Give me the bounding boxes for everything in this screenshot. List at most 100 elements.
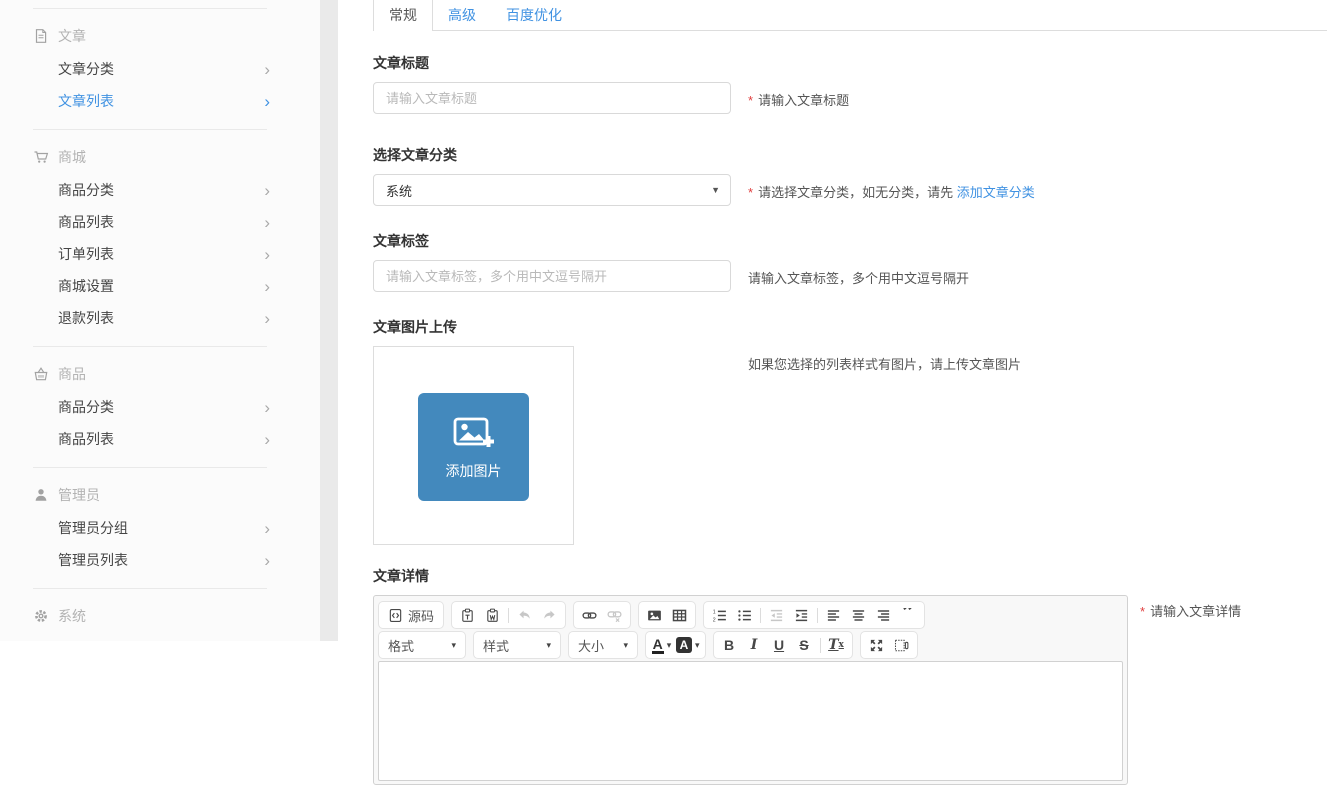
indent-button[interactable] (789, 603, 814, 627)
image-upload-dropzone[interactable]: 添加图片 (373, 346, 574, 545)
paste-text-button[interactable] (455, 603, 480, 627)
size-dropdown[interactable]: 大小 ▾ (568, 631, 638, 659)
sidebar-item-goods-list[interactable]: 商品列表 › (0, 423, 320, 455)
bullet-list-button[interactable] (732, 603, 757, 627)
sidebar-item-label: 退款列表 (58, 308, 114, 328)
image-icon (647, 608, 662, 623)
italic-button[interactable]: I (742, 633, 767, 657)
sidebar-section-title: 管理员 (58, 485, 100, 505)
unlink-button[interactable] (602, 603, 627, 627)
sidebar-item-order-list[interactable]: 订单列表 › (0, 238, 320, 270)
sidebar-item-mall-settings[interactable]: 商城设置 › (0, 270, 320, 302)
text-color-icon: A (652, 637, 664, 654)
chevron-right-icon: › (264, 310, 270, 327)
field-article-image: 文章图片上传 添加图片 如果您选择的列表样式有图片，请上传文章图片 (373, 316, 1133, 545)
underline-button[interactable]: U (767, 633, 792, 657)
ordered-list-button[interactable] (707, 603, 732, 627)
caret-down-icon: ▾ (546, 640, 551, 651)
user-icon (33, 487, 49, 503)
maximize-button[interactable] (864, 633, 889, 657)
add-image-button[interactable]: 添加图片 (418, 393, 529, 501)
sidebar-section-goods: 商品 商品分类 › 商品列表 › (0, 347, 320, 467)
show-blocks-button[interactable] (889, 633, 914, 657)
sidebar-section-goods-header: 商品 (0, 357, 320, 391)
editor-content-area[interactable] (378, 661, 1123, 781)
field-article-tags: 文章标签 请输入文章标签，多个用中文逗号隔开 (373, 230, 1133, 292)
chevron-right-icon: › (264, 214, 270, 231)
sidebar-item-article-list[interactable]: 文章列表 › (0, 85, 320, 117)
paste-word-button[interactable] (480, 603, 505, 627)
main-content: 常规 高级 百度优化 文章标题 *请输入文章标题 选择文章分类 系统 ▼ *请选… (338, 0, 1327, 641)
sidebar-item-refund-list[interactable]: 退款列表 › (0, 302, 320, 334)
chevron-right-icon: › (264, 182, 270, 199)
sidebar-item-basic-info[interactable]: 基本信息 › (0, 633, 320, 641)
source-button[interactable]: 源码 (382, 603, 440, 627)
outdent-button[interactable] (764, 603, 789, 627)
text-color-button[interactable]: A ▾ (649, 633, 674, 657)
tab-general[interactable]: 常规 (373, 0, 433, 30)
style-dropdown[interactable]: 样式 ▾ (473, 631, 561, 659)
caret-down-icon: ▾ (667, 640, 672, 651)
caret-down-icon: ▾ (623, 640, 628, 651)
show-blocks-icon (894, 638, 909, 653)
align-right-button[interactable] (871, 603, 896, 627)
align-left-button[interactable] (821, 603, 846, 627)
article-title-input[interactable] (373, 82, 731, 114)
toolbar-separator (760, 608, 761, 623)
bg-color-button[interactable]: A ▾ (674, 633, 702, 657)
blockquote-button[interactable]: ” (896, 603, 921, 627)
sidebar-item-label: 管理员列表 (58, 550, 128, 570)
sidebar-item-article-category[interactable]: 文章分类 › (0, 53, 320, 85)
chevron-right-icon: › (264, 399, 270, 416)
bg-color-icon: A (676, 637, 692, 653)
tab-bar: 常规 高级 百度优化 (373, 0, 1327, 31)
link-button[interactable] (577, 603, 602, 627)
basket-icon (33, 366, 49, 382)
align-center-button[interactable] (846, 603, 871, 627)
tab-baidu-seo[interactable]: 百度优化 (491, 0, 577, 30)
add-category-link[interactable]: 添加文章分类 (957, 185, 1035, 200)
article-image-label: 文章图片上传 (373, 316, 1133, 338)
sidebar-section-mall-header: 商城 (0, 140, 320, 174)
sidebar-section-system-header: 系统 (0, 599, 320, 633)
sidebar-item-label: 管理员分组 (58, 518, 128, 538)
toolbar-separator (508, 608, 509, 623)
sidebar-item-label: 文章分类 (58, 59, 114, 79)
indent-icon (794, 608, 809, 623)
field-article-content: 文章详情 源码 (373, 565, 1133, 785)
sidebar-item-admin-groups[interactable]: 管理员分组 › (0, 512, 320, 544)
maximize-icon (869, 638, 884, 653)
format-dropdown[interactable]: 格式 ▾ (378, 631, 466, 659)
align-right-icon (876, 608, 891, 623)
caret-down-icon: ▾ (695, 640, 700, 651)
tab-advanced[interactable]: 高级 (433, 0, 491, 30)
sidebar-section-article-header: 文章 (0, 19, 320, 53)
link-icon (582, 608, 597, 623)
undo-button[interactable] (512, 603, 537, 627)
required-asterisk: * (1140, 604, 1145, 619)
chevron-right-icon: › (264, 61, 270, 78)
sidebar-item-goods-category[interactable]: 商品分类 › (0, 391, 320, 423)
article-category-select[interactable]: 系统 ▼ (373, 174, 731, 206)
remove-format-button[interactable]: Tx (824, 633, 849, 657)
chevron-right-icon: › (264, 431, 270, 448)
editor-toolbar-row-1: 源码 (378, 601, 1123, 629)
sidebar-section-admin-header: 管理员 (0, 478, 320, 512)
strike-button[interactable]: S (792, 633, 817, 657)
unlink-icon (607, 608, 622, 623)
sidebar-section-title: 商城 (58, 147, 86, 167)
sidebar-item-product-list[interactable]: 商品列表 › (0, 206, 320, 238)
sidebar-item-admin-list[interactable]: 管理员列表 › (0, 544, 320, 576)
selected-category-value: 系统 (386, 181, 412, 200)
sidebar-item-label: 订单列表 (58, 244, 114, 264)
sidebar-section-system: 系统 基本信息 › (0, 589, 320, 641)
article-content-label: 文章详情 (373, 565, 1133, 587)
sidebar-section-article: 文章 文章分类 › 文章列表 › (0, 9, 320, 129)
insert-image-button[interactable] (642, 603, 667, 627)
insert-table-button[interactable] (667, 603, 692, 627)
bold-button[interactable]: B (717, 633, 742, 657)
article-icon (33, 28, 49, 44)
redo-button[interactable] (537, 603, 562, 627)
sidebar-item-product-category[interactable]: 商品分类 › (0, 174, 320, 206)
article-tags-input[interactable] (373, 260, 731, 292)
